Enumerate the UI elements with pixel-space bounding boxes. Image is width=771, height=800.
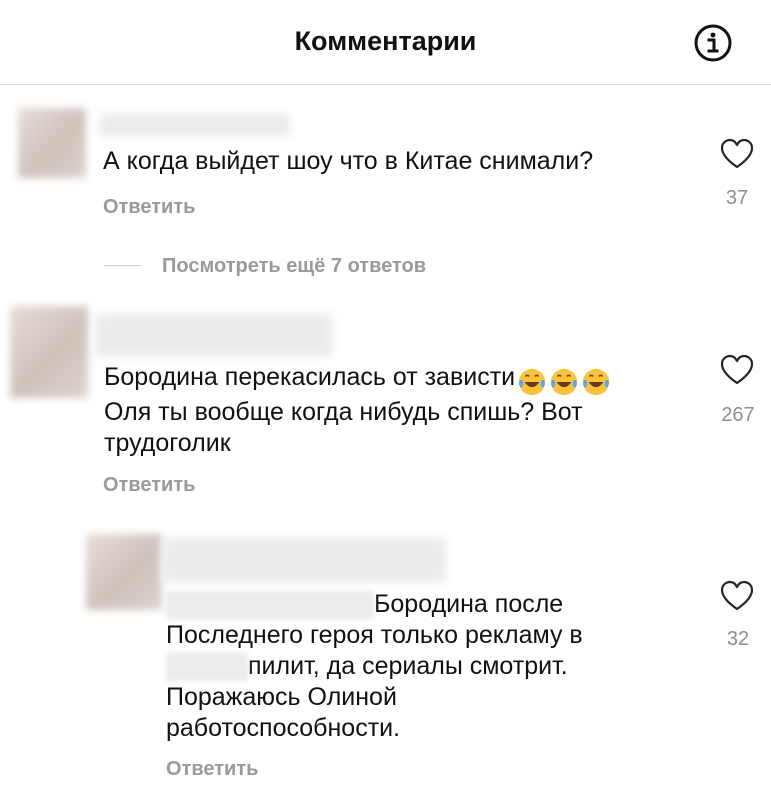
- comment-line: работоспособности.: [166, 714, 401, 742]
- comment-text: Бородина перекасилась от зависти Оля ты …: [104, 362, 611, 459]
- comment-line: Бородина после: [374, 590, 564, 618]
- avatar[interactable]: [86, 534, 162, 610]
- username[interactable]: [162, 538, 446, 582]
- face-with-tears-of-joy-icon: [519, 369, 546, 396]
- comment-line: Оля ты вообще когда нибудь спишь? Вот: [104, 398, 583, 427]
- info-icon[interactable]: [693, 23, 733, 63]
- blurred-mention: [166, 591, 374, 620]
- heart-icon[interactable]: [720, 580, 754, 612]
- emoji-group: [517, 366, 611, 397]
- comment-line: пилит, да сериалы смотрит.: [248, 652, 568, 680]
- header: Комментарии: [0, 0, 771, 85]
- reply-button[interactable]: Ответить: [103, 474, 195, 497]
- heart-icon[interactable]: [720, 138, 754, 170]
- avatar[interactable]: [10, 306, 88, 398]
- comment-line: Бородина перекасилась от зависти: [104, 363, 516, 391]
- username[interactable]: [96, 314, 332, 356]
- page-title: Комментарии: [294, 26, 477, 56]
- comment-line: Поражаюсь Олиной: [166, 683, 397, 711]
- username[interactable]: [100, 114, 290, 136]
- reply-button[interactable]: Ответить: [103, 196, 195, 219]
- like-count: 37: [725, 187, 749, 209]
- comment-text: А когда выйдет шоу что в Китае снимали?: [103, 147, 594, 175]
- comment-line: Последнего героя только рекламу в: [166, 621, 583, 649]
- face-with-tears-of-joy-icon: [551, 369, 578, 396]
- comment-text: Бородина после Последнего героя только р…: [166, 589, 583, 744]
- face-with-tears-of-joy-icon: [583, 369, 610, 396]
- reply-button[interactable]: Ответить: [166, 758, 258, 781]
- view-more-replies-link[interactable]: Посмотреть ещё 7 ответов: [162, 255, 426, 278]
- divider: [104, 265, 142, 266]
- like-count: 267: [721, 404, 755, 426]
- heart-icon[interactable]: [720, 354, 754, 386]
- blurred-mention: [166, 653, 248, 682]
- like-count: 32: [726, 628, 750, 650]
- avatar[interactable]: [18, 108, 86, 178]
- comment-line: трудоголик: [104, 429, 231, 458]
